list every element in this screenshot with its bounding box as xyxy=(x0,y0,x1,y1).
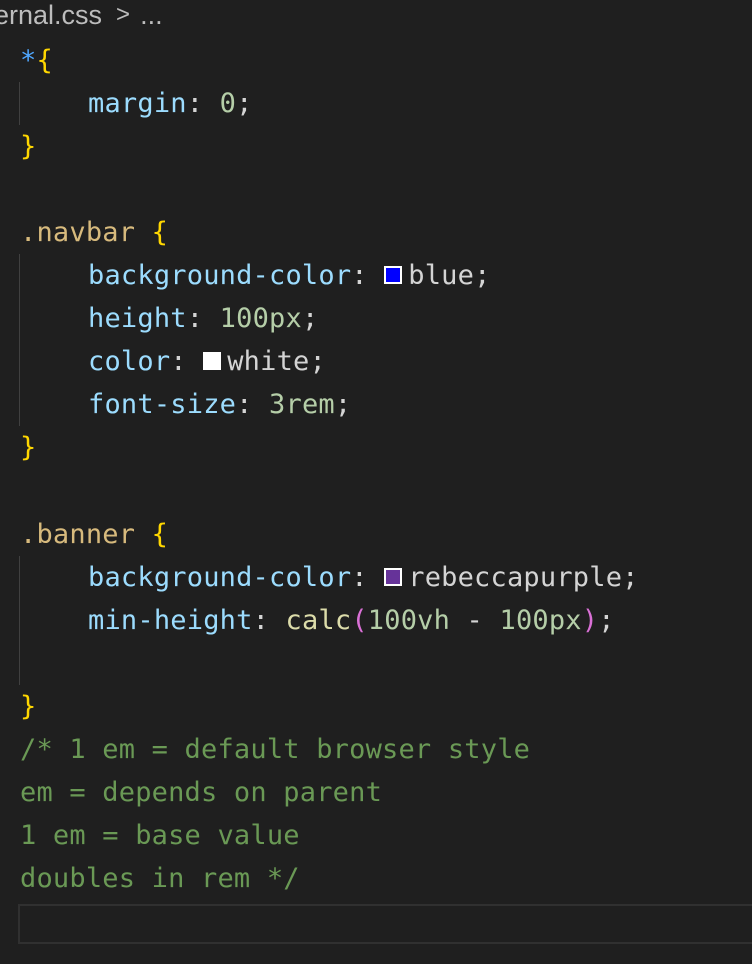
code-line-10: } xyxy=(20,426,36,469)
comment: doubles in rem */ xyxy=(20,863,300,894)
brace-close: } xyxy=(20,432,37,463)
comment: em = depends on parent xyxy=(20,777,383,808)
code-line-17: /* 1 em = default browser style xyxy=(20,728,530,771)
selector: * xyxy=(20,45,37,76)
code-line-14: min-height: calc(100vh - 100px); xyxy=(88,605,615,636)
code-line-13: background-color: rebeccapurple; xyxy=(88,562,639,593)
current-line-highlight[interactable] xyxy=(18,904,752,944)
brace-close: } xyxy=(20,691,37,722)
brace-close: } xyxy=(20,131,37,162)
code-line-5: .navbar { xyxy=(20,211,168,254)
property: min-height xyxy=(88,605,253,636)
code-line-1: *{ xyxy=(20,39,53,82)
selector: .banner xyxy=(20,519,136,550)
code-line-9: font-size: 3rem; xyxy=(88,389,352,420)
property: font-size xyxy=(88,389,237,420)
property: height xyxy=(88,303,187,334)
code-line-12: .banner { xyxy=(20,513,168,556)
selector: .navbar xyxy=(20,217,136,248)
value: 100px xyxy=(499,605,582,636)
breadcrumb-file[interactable]: ernal.css xyxy=(0,0,102,31)
comment: /* 1 em = default browser style xyxy=(20,734,531,765)
code-line-2: margin: 0; xyxy=(88,88,253,119)
value: blue xyxy=(408,260,475,291)
code-line-6: background-color: blue; xyxy=(88,260,491,291)
brace-open: { xyxy=(36,45,53,76)
color-swatch-rebeccapurple[interactable] xyxy=(384,567,403,586)
property: color xyxy=(88,346,171,377)
value: 3rem xyxy=(269,389,335,420)
code-line-20: doubles in rem */ xyxy=(20,857,300,900)
value: white xyxy=(227,346,310,377)
function: calc xyxy=(285,605,352,636)
code-line-3: } xyxy=(20,125,36,168)
property: background-color xyxy=(88,562,352,593)
comment: 1 em = base value xyxy=(20,820,300,851)
breadcrumb-more[interactable]: ... xyxy=(140,0,163,31)
value: rebeccapurple xyxy=(408,562,623,593)
code-line-19: 1 em = base value xyxy=(20,814,300,857)
code-line-7: height: 100px; xyxy=(88,303,319,334)
chevron-right-icon: > xyxy=(116,1,131,28)
value: 0 xyxy=(219,88,237,119)
breadcrumb: ernal.css > ... xyxy=(0,0,163,30)
value: 100vh xyxy=(367,605,451,636)
color-swatch-white[interactable] xyxy=(203,351,222,370)
value: 100px xyxy=(219,303,302,334)
brace-open: { xyxy=(151,519,169,550)
property: margin xyxy=(88,88,187,119)
color-swatch-blue[interactable] xyxy=(384,265,403,284)
code-line-8: color: white; xyxy=(88,346,326,377)
property: background-color xyxy=(88,260,352,291)
brace-open: { xyxy=(151,217,169,248)
code-editor[interactable]: *{ margin: 0; } .navbar { background-col… xyxy=(0,38,752,964)
code-line-18: em = depends on parent xyxy=(20,771,382,814)
code-line-16: } xyxy=(20,685,36,728)
